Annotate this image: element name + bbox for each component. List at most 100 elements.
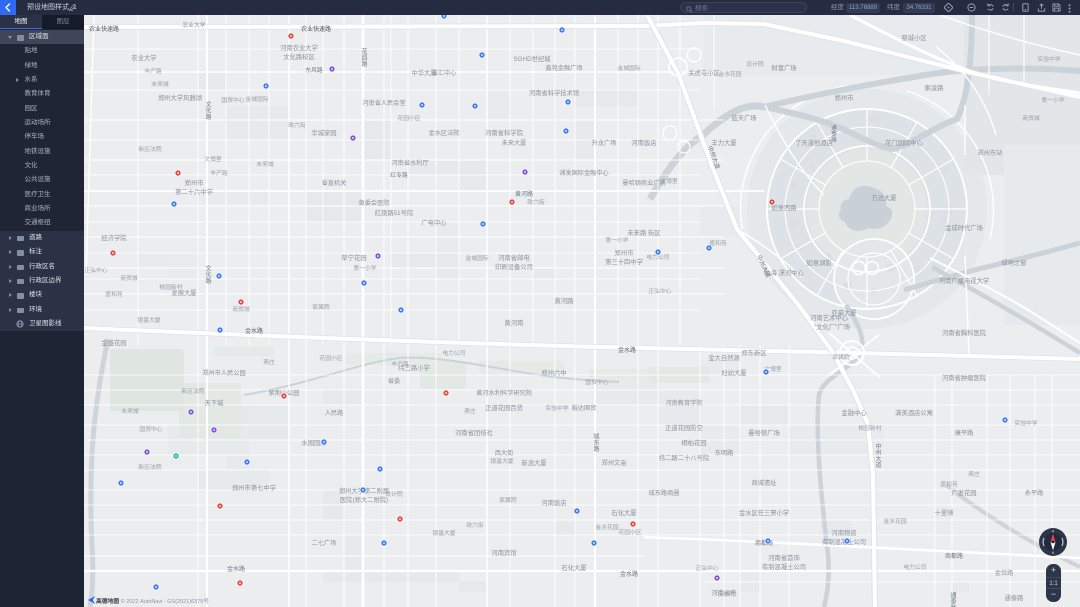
svg-text:桃园新村: 桃园新村 (159, 283, 182, 291)
svg-text:商都路: 商都路 (945, 552, 963, 560)
svg-text:郑州大学风雅颂: 郑州大学风雅颂 (158, 93, 203, 102)
svg-text:花园路: 花园路 (360, 47, 367, 68)
svg-text:丰产路: 丰产路 (391, 360, 409, 368)
svg-text:金成时代广场: 金成时代广场 (945, 223, 983, 232)
svg-text:文化路校区: 文化路校区 (283, 52, 314, 61)
svg-text:农业大学: 农业大学 (182, 21, 205, 29)
svg-text:家属院: 家属院 (499, 496, 517, 504)
svg-text:鑫苑金融广场: 鑫苑金融广场 (545, 64, 582, 72)
svg-text:金水花园: 金水花园 (883, 517, 906, 525)
svg-text:城东路商圈: 城东路商圈 (649, 489, 680, 497)
svg-text:正道花园百货: 正道花园百货 (485, 403, 523, 412)
svg-text:关虎屯小区: 关虎屯小区 (688, 68, 719, 77)
svg-text:东明路: 东明路 (715, 449, 734, 457)
svg-text:电力公司: 电力公司 (442, 349, 465, 357)
svg-text:财富广场: 财富广场 (771, 63, 796, 72)
svg-text:丰产路: 丰产路 (144, 67, 162, 75)
svg-text:正道花园防空: 正道花园防空 (665, 423, 703, 432)
svg-text:农业大学: 农业大学 (131, 53, 156, 62)
svg-text:石化大厦: 石化大厦 (561, 563, 587, 572)
svg-text:黄河水利科学研究院: 黄河水利科学研究院 (476, 389, 532, 397)
svg-text:如意西路: 如意西路 (771, 203, 797, 212)
svg-text:帕海 漂河中心: 帕海 漂河中心 (764, 268, 804, 277)
svg-text:正弘中心: 正弘中心 (695, 564, 718, 572)
svg-text:国贸中心: 国贸中心 (139, 425, 162, 433)
svg-text:西大街: 西大街 (495, 449, 514, 457)
svg-text:河南省科学技术馆: 河南省科学技术馆 (529, 88, 579, 97)
svg-text:人民路: 人民路 (325, 409, 344, 417)
svg-text:裕达国贸: 裕达国贸 (572, 404, 597, 412)
svg-text:省直机关: 省直机关 (322, 179, 347, 187)
svg-text:天下城: 天下城 (205, 399, 225, 407)
svg-text:盛和苑: 盛和苑 (940, 480, 958, 488)
svg-text:华城家园: 华城家园 (311, 128, 336, 137)
svg-text:金水区法院: 金水区法院 (429, 129, 460, 137)
svg-text:省委: 省委 (388, 377, 400, 385)
svg-text:燕庄: 燕庄 (464, 407, 476, 415)
svg-text:草宁花园: 草宁花园 (341, 253, 366, 262)
svg-text:商贸城: 商贸城 (120, 274, 138, 282)
svg-text:金水路: 金水路 (620, 570, 638, 578)
svg-text:永平路: 永平路 (1025, 489, 1044, 497)
svg-text:升龙广场: 升龙广场 (592, 139, 617, 147)
svg-text:黄河路: 黄河路 (555, 296, 575, 305)
svg-text:丰产路: 丰产路 (210, 169, 228, 177)
svg-text:家属院: 家属院 (832, 353, 850, 361)
svg-text:未来大厦: 未来大厦 (502, 139, 527, 147)
svg-text:第三十四中学: 第三十四中学 (605, 257, 643, 266)
svg-text:国贸中心: 国贸中心 (221, 96, 244, 104)
svg-text:郑东新区: 郑东新区 (741, 348, 766, 357)
svg-text:盛和苑: 盛和苑 (105, 290, 123, 298)
svg-text:政六街: 政六街 (466, 521, 484, 529)
svg-text:金水花园: 金水花园 (718, 70, 741, 78)
svg-text:河南省胸科医院: 河南省胸科医院 (942, 328, 987, 337)
svg-text:新区法院: 新区法院 (181, 387, 204, 395)
svg-text:实验中学: 实验中学 (1037, 55, 1060, 63)
svg-text:妇幼大厦: 妇幼大厦 (721, 368, 747, 377)
svg-text:郑州市: 郑州市 (615, 248, 634, 257)
svg-text:商贸城: 商贸城 (232, 305, 250, 313)
svg-text:郑州市: 郑州市 (835, 93, 854, 102)
svg-text:河南省首饰: 河南省首饰 (768, 553, 799, 562)
svg-text:文博里: 文博里 (660, 177, 678, 185)
svg-text:政六街: 政六街 (527, 198, 545, 206)
svg-text:文化路: 文化路 (204, 100, 211, 121)
svg-text:燕庄: 燕庄 (968, 470, 980, 478)
svg-text:新区法院: 新区法院 (138, 463, 161, 471)
svg-text:花门国际中心: 花门国际中心 (885, 138, 923, 147)
svg-text:红专路: 红专路 (390, 171, 408, 179)
svg-text:花园小区: 花园小区 (397, 114, 420, 122)
svg-text:河南饭店: 河南饭店 (541, 498, 566, 507)
svg-text:商城遗址: 商城遗址 (752, 479, 777, 487)
svg-text:祭城小区: 祭城小区 (901, 33, 926, 42)
svg-text:设计院: 设计院 (717, 590, 735, 598)
svg-text:正弘中心: 正弘中心 (84, 266, 107, 274)
svg-text:文化路: 文化路 (204, 264, 211, 285)
svg-text:实验中学: 实验中学 (545, 404, 568, 412)
svg-text:银基大厦: 银基大厦 (490, 457, 513, 465)
svg-text:二七广场: 二七广场 (312, 539, 337, 547)
svg-text:郑州六中: 郑州六中 (541, 368, 566, 377)
svg-text:金城国际: 金城国际 (617, 64, 640, 72)
svg-text:经济学院: 经济学院 (101, 233, 127, 242)
svg-text:丰力大厦: 丰力大厦 (711, 138, 737, 147)
svg-text:河南广播电视大学: 河南广播电视大学 (939, 276, 989, 285)
svg-text:黄河路: 黄河路 (515, 190, 533, 198)
svg-text:银基大厦: 银基大厦 (137, 316, 160, 324)
svg-text:金大自然源: 金大自然源 (708, 353, 740, 362)
svg-text:满美酒店公寓: 满美酒店公寓 (895, 408, 933, 417)
svg-text:河南省水利厅: 河南省水利厅 (391, 159, 428, 167)
svg-text:农业快速路: 农业快速路 (89, 25, 119, 33)
svg-text:郑州市: 郑州市 (185, 178, 204, 187)
svg-text:广发花园: 广发花园 (951, 488, 976, 497)
svg-text:广电中心: 广电中心 (422, 219, 447, 227)
svg-text:桃园新村: 桃园新村 (858, 424, 881, 432)
svg-text:印刷设备公司: 印刷设备公司 (495, 262, 533, 271)
svg-text:第一小学: 第一小学 (605, 236, 628, 244)
svg-text:设计院: 设计院 (746, 60, 764, 68)
svg-text:河南农业大学: 河南农业大学 (280, 43, 318, 52)
svg-text:蓝天广场: 蓝天广场 (731, 113, 756, 122)
svg-text:未来城: 未来城 (121, 407, 139, 415)
svg-text:银基大厦: 银基大厦 (432, 529, 455, 537)
svg-text:金水路: 金水路 (245, 327, 263, 335)
